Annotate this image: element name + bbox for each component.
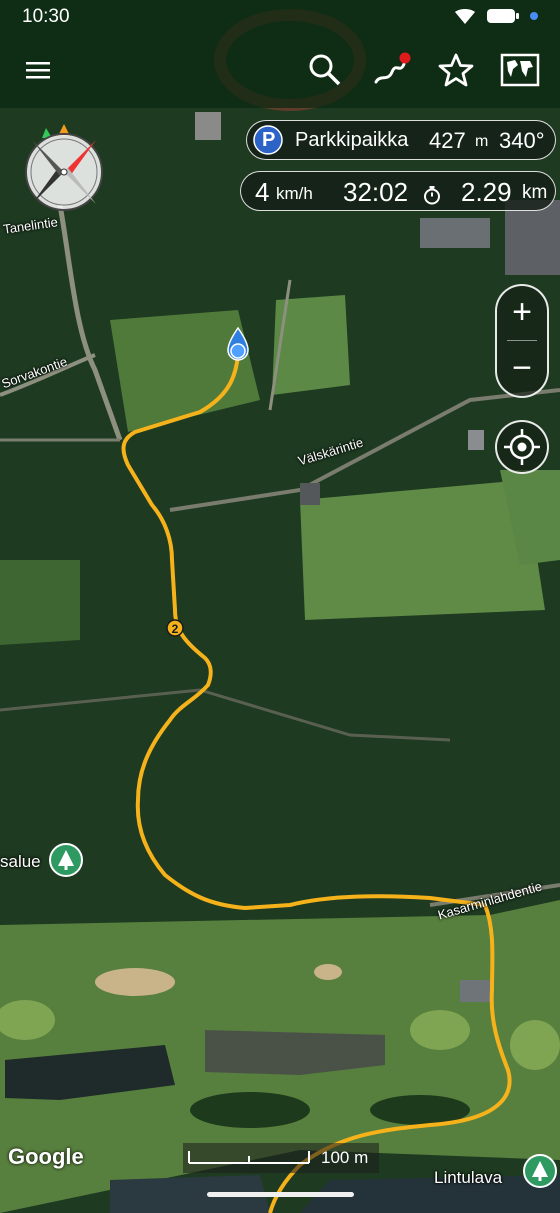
scale-label: 100 m	[321, 1148, 369, 1167]
star-icon	[438, 53, 474, 87]
menu-button[interactable]	[18, 50, 58, 90]
building	[300, 483, 320, 505]
compass-rose-icon	[25, 124, 103, 211]
top-toolbar: 10:30	[0, 0, 560, 108]
world-map-icon	[500, 53, 540, 87]
search-icon	[309, 54, 341, 86]
zoom-divider	[507, 340, 537, 341]
trip-duration: 32:02	[343, 177, 409, 207]
forest-poi-icon[interactable]	[523, 1154, 557, 1188]
field	[272, 295, 350, 395]
target-bearing: 340°	[499, 128, 545, 153]
building	[468, 430, 484, 450]
zoom-in-button[interactable]: +	[497, 286, 547, 340]
bunker	[95, 968, 175, 996]
navigation-target-bar[interactable]: P Parkkipaikka 427 m 340°	[246, 120, 556, 160]
hamburger-menu-icon	[26, 62, 50, 79]
wifi-icon	[455, 9, 475, 24]
green	[510, 1020, 560, 1070]
map-layers-button[interactable]	[500, 50, 540, 90]
poi-label-lintulava: Lintulava	[434, 1168, 503, 1187]
status-icons	[454, 7, 538, 25]
my-location-icon	[504, 429, 540, 465]
target-name: Parkkipaikka	[295, 129, 409, 151]
battery-icon	[487, 9, 519, 23]
my-location-button[interactable]	[495, 420, 549, 474]
target-distance-unit: m	[475, 133, 489, 150]
track-recording-button[interactable]	[372, 50, 412, 90]
trip-speed-unit: km/h	[276, 184, 313, 203]
waypoint-label: 2	[172, 622, 179, 636]
field	[0, 560, 80, 645]
target-distance: 427	[429, 128, 466, 153]
compass[interactable]	[20, 118, 108, 214]
trip-stats-bar[interactable]: 4 km/h 32:02 2.29 km	[240, 171, 556, 211]
trip-speed: 4	[255, 177, 270, 207]
poi-label-alue: salue	[0, 852, 41, 871]
favorites-button[interactable]	[436, 50, 476, 90]
notification-dot-icon	[530, 12, 538, 20]
green	[410, 1010, 470, 1050]
parking-lot	[505, 200, 560, 275]
home-indicator[interactable]	[207, 1192, 354, 1197]
scale-bar: 100 m	[183, 1143, 379, 1173]
trip-distance: 2.29	[461, 177, 512, 207]
track-recording-icon	[374, 52, 411, 84]
trip-distance-unit: km	[522, 182, 548, 203]
status-time: 10:30	[22, 6, 70, 27]
forest-poi-icon[interactable]	[49, 843, 83, 877]
google-attribution: Google	[8, 1144, 84, 1169]
search-button[interactable]	[305, 50, 345, 90]
building	[195, 112, 221, 140]
zoom-out-button[interactable]: −	[497, 342, 547, 396]
zoom-controls: + −	[495, 284, 549, 398]
status-bar: 10:30	[0, 0, 560, 34]
bunker	[314, 964, 342, 980]
building	[420, 218, 490, 248]
stopwatch-icon	[424, 186, 440, 205]
trees	[190, 1092, 310, 1128]
parking-icon-letter: P	[262, 129, 276, 151]
scale-ruler	[188, 1151, 310, 1164]
building	[460, 980, 492, 1002]
